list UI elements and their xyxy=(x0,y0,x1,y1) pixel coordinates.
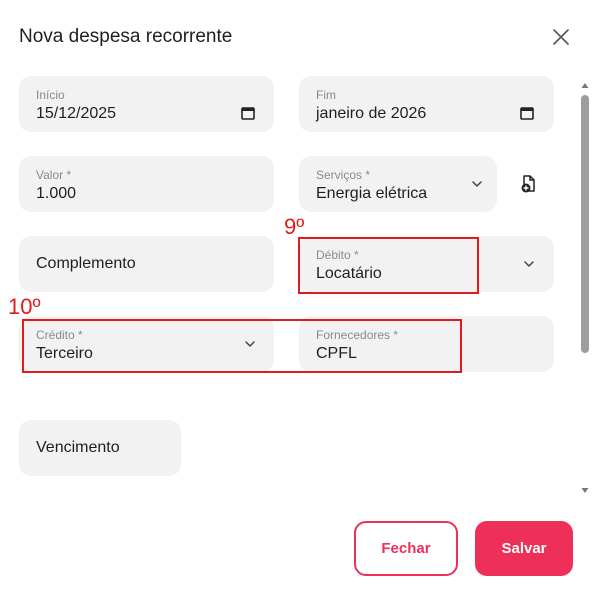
due-date-placeholder: Vencimento xyxy=(36,439,120,456)
debit-label: Débito * xyxy=(316,248,359,262)
chevron-down-icon[interactable] xyxy=(469,176,485,192)
suppliers-value: CPFL xyxy=(316,345,357,362)
amount-label: Valor * xyxy=(36,168,72,182)
complement-placeholder: Complemento xyxy=(36,255,136,272)
scrollbar-thumb[interactable] xyxy=(581,95,589,353)
amount-value: 1.000 xyxy=(36,185,77,202)
close-icon[interactable] xyxy=(548,24,574,50)
close-button[interactable]: Fechar xyxy=(354,521,458,576)
save-button[interactable]: Salvar xyxy=(475,521,573,576)
debit-value: Locatário xyxy=(316,265,382,282)
services-label: Serviços * xyxy=(316,168,371,182)
services-select[interactable]: Serviços * Energia elétrica xyxy=(299,156,497,212)
annotation-label-10: 10º xyxy=(8,294,41,319)
debit-select[interactable]: Débito * Locatário xyxy=(299,236,554,292)
services-value: Energia elétrica xyxy=(316,185,428,202)
chevron-down-icon[interactable] xyxy=(521,256,537,272)
end-date-label: Fim xyxy=(316,88,336,102)
complement-input[interactable]: Complemento xyxy=(19,236,274,292)
end-date-field[interactable]: Fim janeiro de 2026 xyxy=(299,76,554,132)
suppliers-select[interactable]: Fornecedores * CPFL xyxy=(299,316,554,372)
start-date-label: Início xyxy=(36,88,65,102)
chevron-down-icon[interactable] xyxy=(242,336,258,352)
suppliers-label: Fornecedores * xyxy=(316,328,399,342)
due-date-input[interactable]: Vencimento xyxy=(19,420,181,476)
calendar-icon[interactable] xyxy=(240,105,256,121)
recurring-expense-dialog: Nova despesa recorrente Início 15/12/202… xyxy=(0,0,593,593)
start-date-value: 15/12/2025 xyxy=(36,105,117,122)
annotation-label-9: 9º xyxy=(284,214,305,239)
credit-select[interactable]: Crédito * Terceiro xyxy=(19,316,274,372)
credit-label: Crédito * xyxy=(36,328,83,342)
file-add-icon[interactable] xyxy=(519,174,539,194)
start-date-field[interactable]: Início 15/12/2025 xyxy=(19,76,274,132)
amount-field[interactable]: Valor * 1.000 xyxy=(19,156,274,212)
end-date-value: janeiro de 2026 xyxy=(316,105,427,122)
calendar-icon[interactable] xyxy=(519,105,535,121)
credit-value: Terceiro xyxy=(36,345,93,362)
dialog-title: Nova despesa recorrente xyxy=(19,26,233,47)
